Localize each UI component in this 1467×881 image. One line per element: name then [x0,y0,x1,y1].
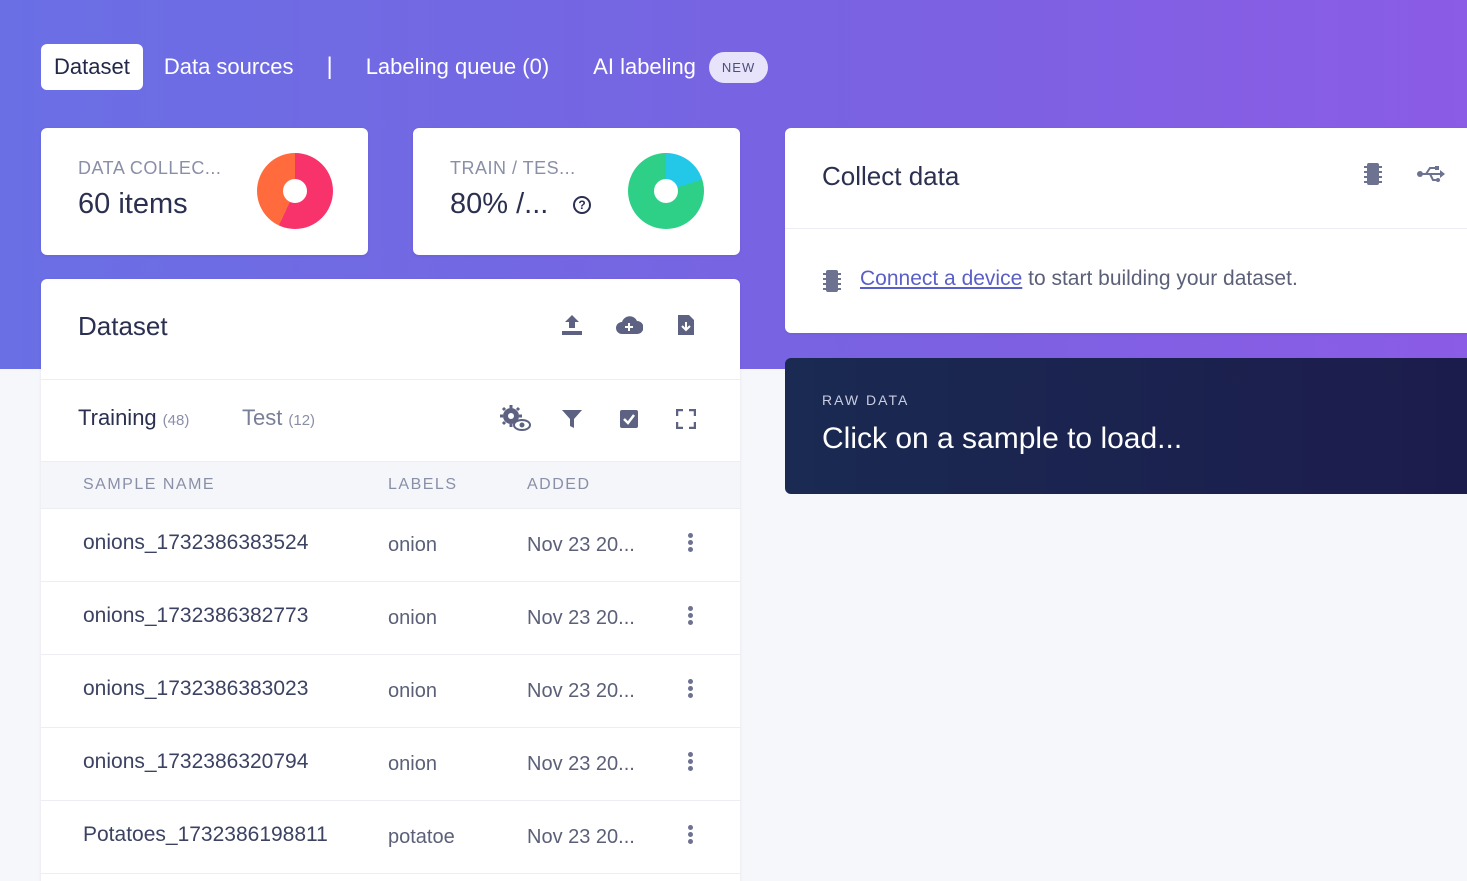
sample-name-cell: onions_1732386383524 [83,531,309,554]
added-cell: Nov 23 20... [527,680,635,702]
table-row[interactable]: Potatoes_1732386198811 potatoe Nov 23 20..… [41,801,740,874]
data-collected-value: 60 items [78,188,188,220]
sample-name-cell: onions_1732386382773 [83,604,309,627]
tab-training[interactable]: Training (48) [78,405,189,431]
more-options-icon[interactable] [685,606,695,630]
more-options-icon[interactable] [685,533,695,557]
cloud-upload-icon[interactable] [615,311,643,339]
data-collected-label: DATA COLLEC... [78,158,222,178]
table-header: SAMPLE NAME LABELS ADDED [41,461,740,509]
tab-test[interactable]: Test (12) [242,405,315,431]
column-added[interactable]: ADDED [527,476,591,494]
label-cell: potatoe [388,826,455,848]
sample-name-cell: onions_1732386383023 [83,677,309,700]
select-checkbox-icon[interactable] [615,405,643,433]
dataset-title: Dataset [78,311,168,341]
download-icon[interactable] [672,311,700,339]
collect-header-divider [785,228,1467,229]
connect-device-text: to start building your dataset. [1022,267,1298,290]
added-cell: Nov 23 20... [527,826,635,848]
dataset-card: Dataset Training (48) Test (12) SAMPLE NAM… [41,279,740,881]
train-test-split-card: TRAIN / TES... 80% /... ? [413,128,740,255]
sample-name-cell: onions_1732386320794 [83,750,309,773]
label-cell: onion [388,753,437,775]
table-row[interactable]: onions_1732386383023 onion Nov 23 20... [41,655,740,728]
tab-ai-labeling[interactable]: AI labeling [580,44,709,90]
train-test-label: TRAIN / TES... [450,158,576,178]
data-collected-card: DATA COLLEC... 60 items [41,128,368,255]
tab-training-label: Training [78,405,157,430]
table-row[interactable]: onions_1732386382773 onion Nov 23 20... [41,582,740,655]
filter-icon[interactable] [558,405,586,433]
column-sample-name[interactable]: SAMPLE NAME [83,476,215,494]
table-row[interactable]: onions_1732386383524 onion Nov 23 20... [41,509,740,582]
train-test-donut [628,153,704,229]
raw-data-placeholder: Click on a sample to load... [822,422,1183,455]
tab-training-count: (48) [162,412,190,429]
label-cell: onion [388,680,437,702]
added-cell: Nov 23 20... [527,534,635,556]
raw-data-label: RAW DATA [822,392,910,408]
table-row[interactable]: onions_1732386320794 onion Nov 23 20... [41,728,740,801]
collect-data-card: Collect data Connect a device to start b… [785,128,1467,333]
tab-test-count: (12) [288,412,316,429]
help-icon[interactable]: ? [573,196,591,214]
label-cell: onion [388,607,437,629]
new-badge: NEW [708,51,769,83]
tab-data-sources[interactable]: Data sources [151,44,307,90]
data-collected-donut [257,153,333,229]
train-test-value: 80% /... [450,188,549,220]
tab-separator: | [326,53,333,80]
tab-dataset[interactable]: Dataset [41,44,143,90]
raw-data-panel: RAW DATA Click on a sample to load... [785,358,1467,494]
collect-data-title: Collect data [822,161,960,191]
column-labels[interactable]: LABELS [388,476,457,494]
connect-device-message: Connect a device to start building your … [860,267,1298,291]
more-options-icon[interactable] [685,825,695,849]
expand-icon[interactable] [672,405,700,433]
device-chip-icon [818,267,846,295]
tab-test-label: Test [242,405,283,430]
top-navigation: Dataset Data sources | Labeling queue (0… [41,44,769,90]
settings-eye-icon[interactable] [497,404,533,432]
more-options-icon[interactable] [685,752,695,776]
upload-icon[interactable] [558,311,586,339]
sample-name-cell: Potatoes_1732386198811 [83,823,328,846]
connect-device-link[interactable]: Connect a device [860,267,1022,290]
dataset-header-divider [41,379,740,380]
device-chip-icon[interactable] [1359,160,1387,188]
tab-labeling-queue[interactable]: Labeling queue (0) [353,44,562,90]
added-cell: Nov 23 20... [527,607,635,629]
usb-icon[interactable] [1415,160,1447,188]
more-options-icon[interactable] [685,679,695,703]
label-cell: onion [388,534,437,556]
added-cell: Nov 23 20... [527,753,635,775]
